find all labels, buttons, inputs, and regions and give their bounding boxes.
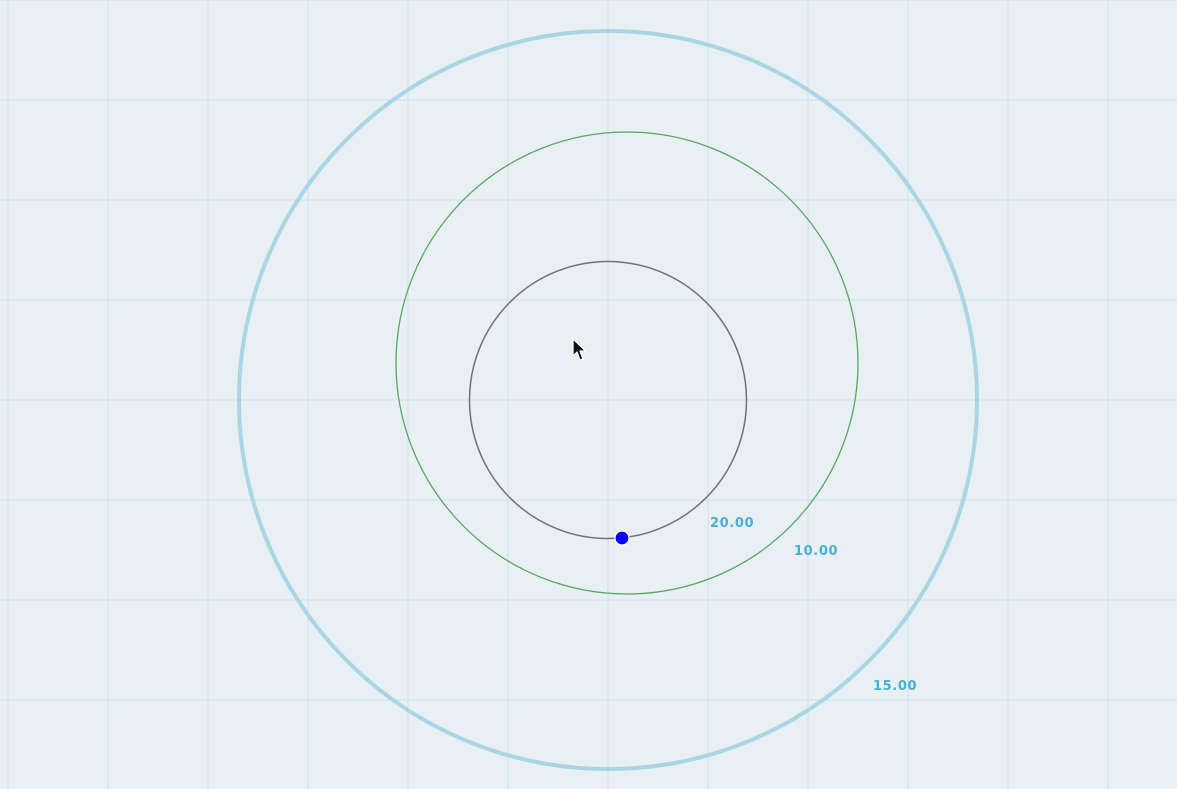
sketch-canvas[interactable]: 20.00 10.00 15.00 [0, 0, 1177, 789]
control-point[interactable] [614, 530, 630, 546]
inner-circle-dimension-label[interactable]: 20.00 [710, 516, 754, 531]
canvas-background [0, 0, 1177, 789]
middle-circle-dimension-label[interactable]: 10.00 [794, 544, 838, 559]
outer-circle-dimension-label[interactable]: 15.00 [873, 679, 917, 694]
